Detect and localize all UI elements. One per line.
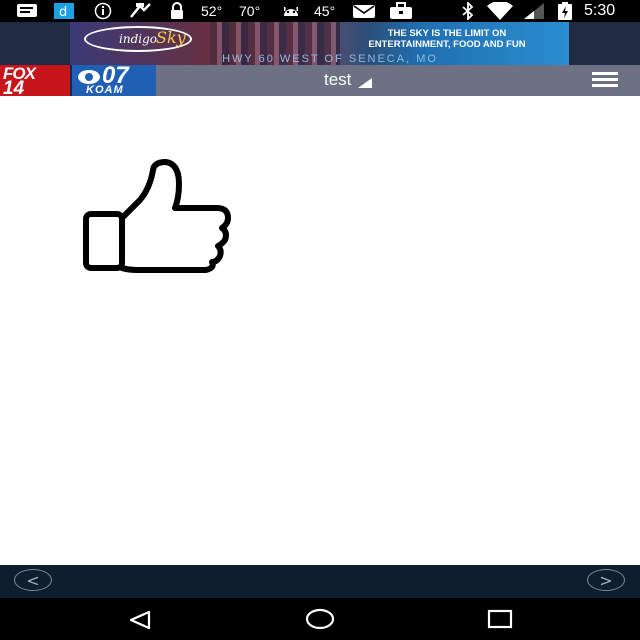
hamburger-menu-icon[interactable] bbox=[592, 72, 618, 88]
wifi-icon bbox=[486, 2, 514, 20]
status-bar: d 52° 70° 45° 5:30 bbox=[0, 0, 640, 22]
system-nav-bar bbox=[0, 598, 640, 640]
ad-headline-2: ENTERTAINMENT, FOOD AND FUN bbox=[368, 39, 526, 50]
svg-text:d: d bbox=[59, 5, 67, 20]
weather-temp-3: 45° bbox=[314, 3, 336, 19]
bluetooth-icon bbox=[460, 2, 476, 20]
battery-icon bbox=[557, 2, 573, 20]
dropdown-caret-icon bbox=[358, 78, 373, 88]
fox-logo-number: 14 bbox=[3, 78, 25, 96]
recents-icon[interactable] bbox=[487, 609, 513, 634]
thumbs-up-icon[interactable] bbox=[80, 156, 232, 279]
section-dropdown[interactable]: test bbox=[324, 70, 373, 90]
back-icon[interactable] bbox=[128, 610, 152, 635]
ad-address: HWY 60 WEST OF SENECA, MO bbox=[222, 53, 438, 65]
briefcase-icon bbox=[389, 2, 413, 20]
article-nav-bar bbox=[0, 565, 640, 598]
ad-logo-mark: Sky bbox=[156, 28, 186, 47]
ad-banner[interactable]: indigo Sky THE SKY IS THE LIMIT ON ENTER… bbox=[70, 22, 569, 65]
android-icon bbox=[281, 2, 301, 20]
cbs-logo: 07 KOAM bbox=[72, 65, 156, 96]
weather-temp-2: 70° bbox=[239, 3, 261, 19]
next-button[interactable]: > bbox=[587, 569, 625, 591]
station-logo[interactable]: FOX 14 07 KOAM bbox=[0, 65, 156, 96]
app-d-icon: d bbox=[53, 2, 75, 20]
ad-headline-1: THE SKY IS THE LIMIT ON bbox=[387, 28, 507, 39]
fox-logo: FOX 14 bbox=[0, 65, 70, 96]
previous-button[interactable]: < bbox=[14, 569, 52, 591]
info-icon bbox=[93, 2, 113, 20]
cbs-eye-icon bbox=[78, 70, 100, 84]
news-icon bbox=[128, 2, 154, 20]
signal-icon bbox=[523, 2, 545, 20]
weather-temp-1: 52° bbox=[201, 3, 223, 19]
lock-icon bbox=[168, 2, 186, 20]
page-title: test bbox=[324, 70, 352, 89]
message-icon bbox=[16, 2, 38, 20]
koam-logo-text: KOAM bbox=[86, 84, 124, 96]
mail-icon bbox=[352, 2, 376, 20]
status-time: 5:30 bbox=[584, 2, 616, 19]
home-icon[interactable] bbox=[305, 608, 335, 635]
